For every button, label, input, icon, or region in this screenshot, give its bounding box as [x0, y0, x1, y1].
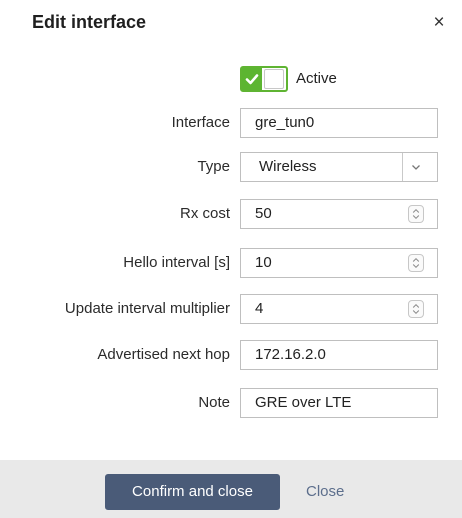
rx-cost-stepper[interactable] — [408, 205, 424, 223]
type-value: Wireless — [259, 158, 317, 175]
hello-interval-input[interactable]: 10 — [240, 248, 438, 278]
update-multiplier-value: 4 — [255, 300, 264, 317]
dialog-title: Edit interface — [32, 12, 147, 32]
hello-interval-stepper[interactable] — [408, 254, 424, 272]
select-divider — [402, 153, 403, 181]
next-hop-input[interactable]: 172.16.2.0 — [240, 340, 438, 370]
interface-input[interactable]: gre_tun0 — [240, 108, 438, 138]
update-multiplier-stepper[interactable] — [408, 300, 424, 318]
dialog-footer: Confirm and close Close — [0, 460, 462, 518]
note-label: Note — [198, 394, 230, 411]
interface-value: gre_tun0 — [255, 114, 315, 131]
note-value: GRE over LTE — [255, 394, 352, 411]
next-hop-value: 172.16.2.0 — [255, 346, 326, 363]
interface-label: Interface — [171, 114, 230, 131]
type-select[interactable]: Wireless — [240, 152, 438, 182]
rx-cost-value: 50 — [255, 205, 272, 222]
type-row: Type Wireless — [0, 152, 462, 182]
close-button[interactable]: Close — [306, 474, 344, 510]
hello-interval-row: Hello interval [s] 10 — [0, 248, 462, 278]
active-label: Active — [296, 70, 337, 87]
next-hop-label: Advertised next hop — [97, 346, 230, 363]
next-hop-row: Advertised next hop 172.16.2.0 — [0, 340, 462, 370]
hello-interval-label: Hello interval [s] — [123, 254, 230, 271]
stepper-icon — [412, 303, 420, 315]
toggle-on-indicator — [242, 68, 262, 90]
hello-interval-value: 10 — [255, 254, 272, 271]
interface-row: Interface gre_tun0 — [0, 108, 462, 138]
stepper-icon — [412, 208, 420, 220]
update-multiplier-input[interactable]: 4 — [240, 294, 438, 324]
type-label: Type — [197, 158, 230, 175]
chevron-down-icon — [412, 165, 420, 170]
checkmark-icon — [245, 74, 259, 85]
active-toggle[interactable] — [240, 66, 288, 92]
rx-cost-row: Rx cost 50 — [0, 199, 462, 229]
note-row: Note GRE over LTE — [0, 388, 462, 418]
dialog-header: Edit interface × — [0, 0, 462, 52]
close-icon[interactable]: × — [428, 12, 450, 34]
rx-cost-input[interactable]: 50 — [240, 199, 438, 229]
active-row: Active — [0, 66, 462, 92]
update-multiplier-row: Update interval multiplier 4 — [0, 294, 462, 324]
rx-cost-label: Rx cost — [179, 205, 230, 222]
confirm-and-close-button[interactable]: Confirm and close — [105, 474, 280, 510]
update-multiplier-label: Update interval multiplier — [64, 300, 230, 317]
toggle-knob — [264, 69, 284, 89]
note-input[interactable]: GRE over LTE — [240, 388, 438, 418]
stepper-icon — [412, 257, 420, 269]
